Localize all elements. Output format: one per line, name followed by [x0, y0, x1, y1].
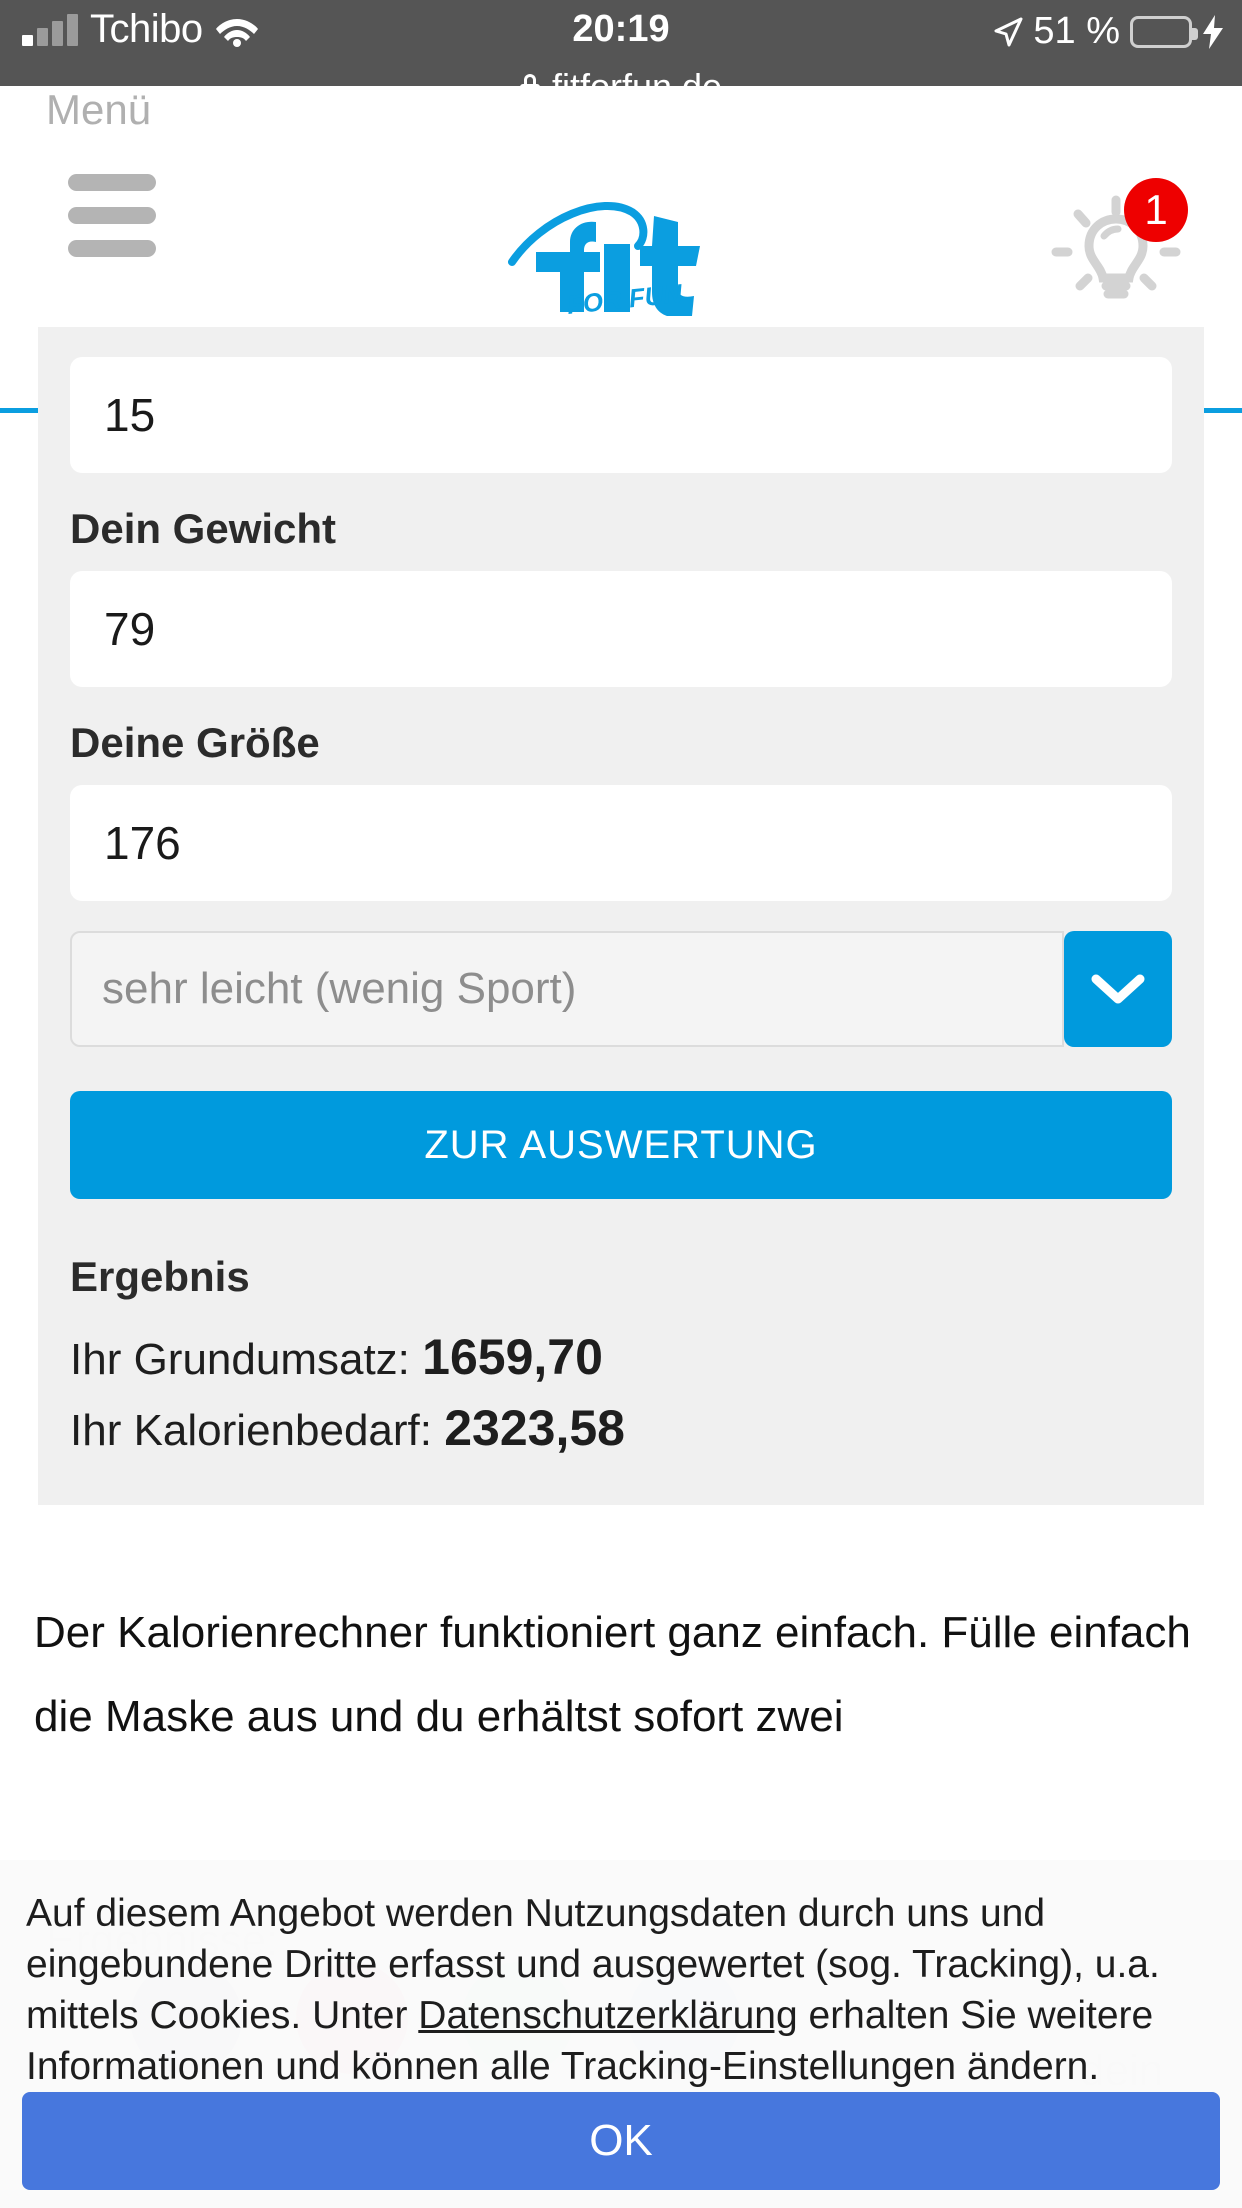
hamburger-bar [68, 174, 156, 191]
chevron-down-icon[interactable] [1064, 931, 1172, 1047]
battery-icon [1130, 15, 1198, 48]
activity-select[interactable]: sehr leicht (wenig Sport) [70, 931, 1172, 1047]
result-heading: Ergebnis [70, 1253, 250, 1300]
cookie-accept-button[interactable]: OK [22, 2092, 1220, 2190]
height-label: Deine Größe [70, 719, 320, 766]
height-input[interactable]: 176 [70, 785, 1172, 901]
menu-label[interactable]: Menü [46, 86, 151, 134]
site-header: Menü FOR FUN 1 [0, 86, 1242, 413]
article-intro-paragraph: Der Kalorienrechner funktioniert ganz ei… [34, 1608, 1191, 1741]
battery-percent-label: 51 % [1033, 10, 1120, 52]
age-input[interactable]: 15 [70, 357, 1172, 473]
location-arrow-icon [993, 16, 1023, 48]
weight-label: Dein Gewicht [70, 505, 337, 552]
result-need-label: Ihr Kalorienbedarf: [70, 1406, 432, 1455]
status-right-group: 51 % [993, 10, 1224, 53]
privacy-policy-link[interactable]: Datenschutzerklärung [418, 1994, 797, 2037]
submit-button[interactable]: ZUR AUSWERTUNG [70, 1091, 1172, 1199]
cookie-consent-text: Auf diesem Angebot werden Nutzungsdaten … [26, 1888, 1216, 2092]
calorie-calculator-card: 15 Dein Gewicht 79 Deine Größe 176 sehr … [38, 327, 1204, 1505]
result-need-value: 2323,58 [444, 1400, 625, 1456]
hamburger-bar [68, 207, 156, 224]
lightning-bolt-icon [1202, 14, 1224, 49]
activity-select-value[interactable]: sehr leicht (wenig Sport) [70, 931, 1064, 1047]
tips-lightbulb-button[interactable]: 1 [1034, 178, 1188, 314]
hamburger-menu-icon[interactable] [68, 174, 193, 273]
result-bmr-value: 1659,70 [422, 1329, 603, 1385]
result-bmr-label: Ihr Grundumsatz: [70, 1335, 410, 1384]
page-content: 15 Dein Gewicht 79 Deine Größe 176 sehr … [0, 327, 1242, 1759]
result-need-row: Ihr Kalorienbedarf: 2323,58 [70, 1394, 1204, 1465]
hamburger-bar [68, 240, 156, 257]
notification-badge: 1 [1124, 178, 1188, 242]
page-root: Tchibo 20:19 51 % Menü FOR FUN 1 15 Dein… [0, 0, 1242, 2208]
weight-input[interactable]: 79 [70, 571, 1172, 687]
fitforfun-logo[interactable]: FOR FUN [506, 196, 736, 321]
result-bmr-row: Ihr Grundumsatz: 1659,70 [70, 1323, 1204, 1394]
cookie-consent-banner: Auf diesem Angebot werden Nutzungsdaten … [0, 1860, 1242, 2208]
